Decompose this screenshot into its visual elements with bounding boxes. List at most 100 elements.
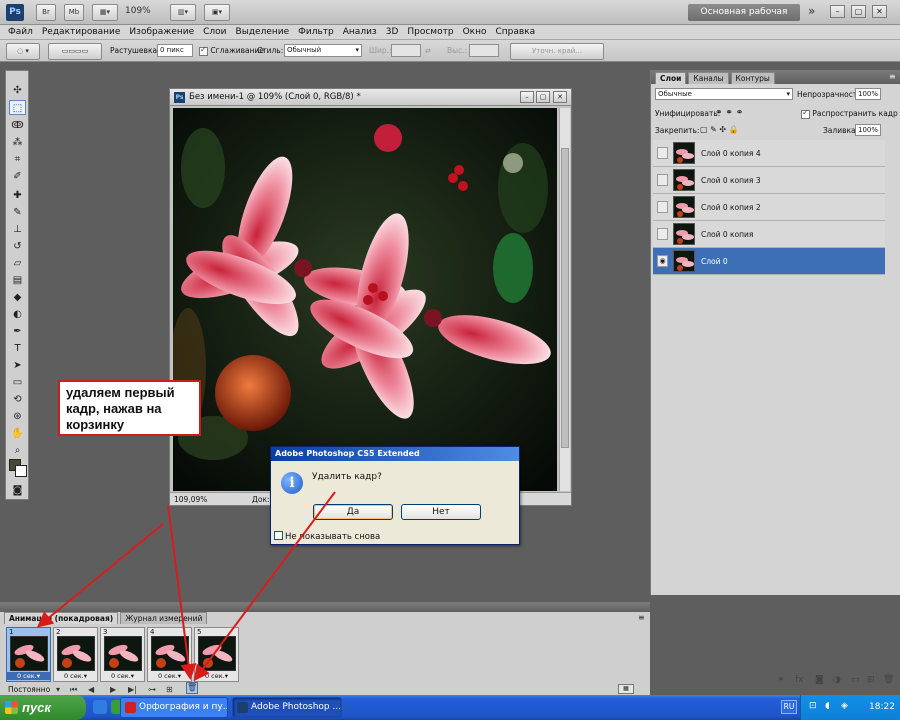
scroll-thumb[interactable] bbox=[561, 148, 569, 448]
frame-delay[interactable]: 0 сек.▾ bbox=[54, 672, 97, 680]
hidden-eye-icon[interactable] bbox=[657, 147, 668, 159]
quick-mask-icon[interactable]: ◙ bbox=[9, 483, 26, 498]
frame-delay[interactable]: 0 сек.▾ bbox=[195, 672, 238, 680]
clone-stamp-tool-icon[interactable]: ⊥ bbox=[9, 222, 26, 237]
loop-select[interactable]: Постоянно bbox=[8, 685, 50, 694]
delete-layer-icon[interactable]: 🗑 bbox=[883, 675, 894, 685]
opacity-input[interactable]: 100% bbox=[855, 88, 881, 100]
frame-delay[interactable]: 0 сек.▾ bbox=[148, 672, 191, 680]
tab-paths[interactable]: Контуры bbox=[730, 72, 775, 84]
move-tool-icon[interactable]: ✣ bbox=[9, 83, 26, 98]
zoom-tool-icon[interactable]: ⌕ bbox=[9, 443, 26, 458]
previous-frame-icon[interactable]: ◀ bbox=[88, 685, 94, 694]
layer-row[interactable]: Слой 0 копия bbox=[653, 221, 885, 248]
doc-restore-button[interactable]: ▢ bbox=[536, 91, 550, 103]
layer-style-icon[interactable]: fx bbox=[795, 675, 804, 685]
network-icon[interactable]: ⊡ bbox=[809, 701, 817, 711]
bridge-button[interactable]: Br bbox=[36, 4, 56, 21]
adjustment-icon[interactable]: ◑ bbox=[833, 675, 841, 685]
menu-help[interactable]: Справка bbox=[495, 25, 535, 39]
panel-menu-icon[interactable]: ≡ bbox=[638, 613, 645, 622]
browser-quicklaunch-icon[interactable] bbox=[93, 700, 107, 714]
doc-minimize-button[interactable]: – bbox=[520, 91, 534, 103]
blur-tool-icon[interactable]: ◆ bbox=[9, 290, 26, 305]
feather-input[interactable]: 0 пикс bbox=[157, 44, 193, 57]
eraser-tool-icon[interactable]: ▱ bbox=[9, 256, 26, 271]
view-extras-button[interactable]: ▦▾ bbox=[92, 4, 118, 21]
eyedropper-tool-icon[interactable]: ✐ bbox=[9, 169, 26, 184]
propagate-frame-checkbox[interactable]: Распространить кадр 1 bbox=[801, 108, 900, 119]
swap-icon[interactable]: ⇄ bbox=[425, 47, 431, 55]
tab-measurement-log[interactable]: Журнал измерений bbox=[120, 612, 208, 624]
pen-tool-icon[interactable]: ✒ bbox=[9, 324, 26, 339]
chevron-down-icon[interactable]: ▾ bbox=[56, 685, 60, 694]
quick-select-tool-icon[interactable]: ⁂ bbox=[9, 135, 26, 150]
panel-menu-icon[interactable]: ≡ bbox=[889, 72, 896, 81]
hidden-eye-icon[interactable] bbox=[657, 201, 668, 213]
frame-delay[interactable]: 0 сек.▾ bbox=[7, 672, 50, 680]
doc-close-button[interactable]: ✕ bbox=[553, 91, 567, 103]
path-select-tool-icon[interactable]: ➤ bbox=[9, 358, 26, 373]
lock-icons[interactable]: ▢ ✎ ✣ 🔒 bbox=[700, 125, 739, 134]
eye-icon[interactable]: ◉ bbox=[657, 255, 668, 267]
background-color-swatch[interactable] bbox=[15, 465, 27, 477]
animation-frame[interactable]: 5 0 сек.▾ bbox=[194, 627, 239, 682]
workspace-more-icon[interactable]: » bbox=[808, 4, 815, 18]
3d-camera-tool-icon[interactable]: ⊛ bbox=[9, 409, 26, 424]
doc-zoom-field[interactable]: 109,09% bbox=[174, 495, 207, 504]
menu-layers[interactable]: Слои bbox=[203, 25, 226, 39]
height-input[interactable] bbox=[469, 44, 499, 57]
animation-frame[interactable]: 4 0 сек.▾ bbox=[147, 627, 192, 682]
shape-tool-icon[interactable]: ▭ bbox=[9, 375, 26, 390]
selection-mode-buttons[interactable]: ▭▭▭▭ bbox=[48, 43, 102, 60]
menu-select[interactable]: Выделение bbox=[236, 25, 290, 39]
link-layers-icon[interactable]: ⚭ bbox=[777, 675, 785, 685]
duplicate-frame-icon[interactable]: ⊞ bbox=[166, 685, 173, 694]
dodge-tool-icon[interactable]: ◐ bbox=[9, 307, 26, 322]
new-layer-icon[interactable]: ⊞ bbox=[867, 675, 875, 685]
task-opera[interactable]: Орфография и пу... bbox=[120, 697, 228, 718]
menu-3d[interactable]: 3D bbox=[386, 25, 399, 39]
menu-filter[interactable]: Фильтр bbox=[298, 25, 334, 39]
layer-row[interactable]: ◉ Слой 0 bbox=[653, 248, 885, 275]
type-tool-icon[interactable]: T bbox=[9, 341, 26, 356]
antialias-checkbox[interactable]: Сглаживание bbox=[199, 45, 264, 56]
3d-rotate-tool-icon[interactable]: ⟲ bbox=[9, 392, 26, 407]
blend-mode-select[interactable]: Обычные ▾ bbox=[655, 88, 793, 100]
healing-brush-tool-icon[interactable]: ✚ bbox=[9, 188, 26, 203]
restore-button[interactable]: ▢ bbox=[851, 5, 866, 18]
mask-icon[interactable]: ◙ bbox=[815, 675, 824, 685]
zoom-level[interactable]: 109% bbox=[125, 6, 151, 16]
workspace-button[interactable]: Основная рабочая среда bbox=[688, 4, 800, 34]
width-input[interactable] bbox=[391, 44, 421, 57]
frame-delay[interactable]: 0 сек.▾ bbox=[101, 672, 144, 680]
menu-edit[interactable]: Редактирование bbox=[42, 25, 121, 39]
vertical-scrollbar[interactable] bbox=[559, 108, 570, 491]
menu-view[interactable]: Просмотр bbox=[407, 25, 453, 39]
menu-image[interactable]: Изображение bbox=[129, 25, 194, 39]
minimize-button[interactable]: – bbox=[830, 5, 845, 18]
task-photoshop[interactable]: Adobe Photoshop ... bbox=[232, 697, 342, 718]
lasso-tool-icon[interactable]: ↂ bbox=[9, 118, 26, 133]
delete-frame-trash-icon[interactable]: 🗑 bbox=[186, 682, 198, 694]
marquee-preset-picker[interactable]: ◌ ▾ bbox=[6, 43, 40, 60]
dont-show-checkbox[interactable]: Не показывать снова bbox=[274, 531, 380, 542]
start-button[interactable]: пуск bbox=[0, 695, 86, 720]
yes-button[interactable]: Да bbox=[313, 504, 393, 520]
marquee-tool-icon[interactable]: ⬚ bbox=[9, 100, 26, 115]
next-frame-icon[interactable]: ▶| bbox=[128, 685, 137, 694]
brush-tool-icon[interactable]: ✎ bbox=[9, 205, 26, 220]
refine-edge-button[interactable]: Уточн. край... bbox=[510, 43, 604, 60]
fill-input[interactable]: 100% bbox=[855, 124, 881, 136]
menu-window[interactable]: Окно bbox=[463, 25, 487, 39]
hand-tool-icon[interactable]: ✋ bbox=[9, 426, 26, 441]
history-brush-tool-icon[interactable]: ↺ bbox=[9, 239, 26, 254]
animation-frame[interactable]: 1 0 сек.▾ bbox=[6, 627, 51, 682]
convert-timeline-icon[interactable]: ▦ bbox=[618, 684, 634, 694]
layer-row[interactable]: Слой 0 копия 4 bbox=[653, 140, 885, 167]
tween-icon[interactable]: ⊶ bbox=[148, 685, 156, 694]
tab-layers[interactable]: Слои bbox=[655, 72, 687, 84]
crop-tool-icon[interactable]: ⌗ bbox=[9, 152, 26, 167]
style-select[interactable]: Обычный ▾ bbox=[284, 44, 362, 57]
animation-frame[interactable]: 3 0 сек.▾ bbox=[100, 627, 145, 682]
